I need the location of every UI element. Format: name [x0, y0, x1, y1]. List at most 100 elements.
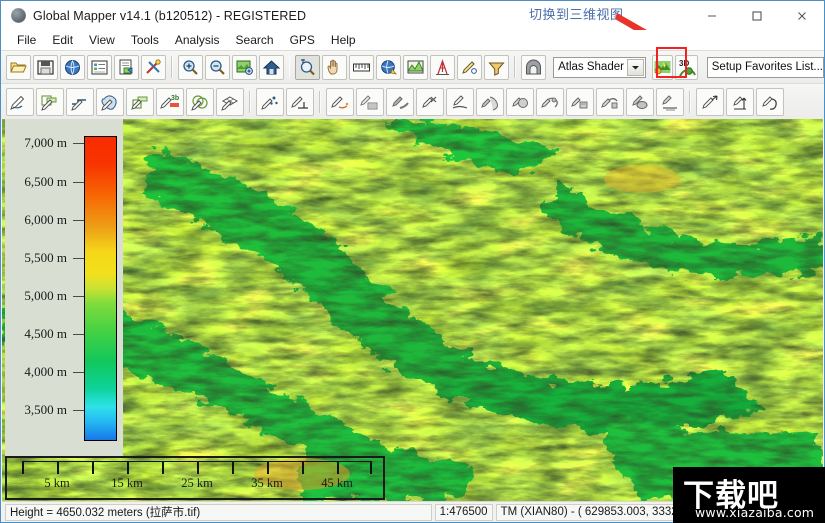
- legend-label: 5,500 m: [24, 250, 67, 265]
- scale-bar-tick: [22, 461, 24, 474]
- digitizer-delete-features-button[interactable]: [386, 87, 414, 116]
- digitizer-split-button[interactable]: [476, 87, 504, 116]
- control-center-button[interactable]: [87, 54, 112, 80]
- digitizer-copy-features-button[interactable]: [356, 87, 384, 116]
- switch-to-3d-view-button[interactable]: 3D: [674, 54, 698, 80]
- digitizer-combine-button[interactable]: [446, 87, 474, 116]
- zoom-tool-button[interactable]: [295, 54, 321, 80]
- menu-item-edit[interactable]: Edit: [44, 32, 81, 48]
- digitizer-crop-button[interactable]: [416, 87, 444, 116]
- zoom-in-button[interactable]: [177, 54, 203, 80]
- legend-label: 4,000 m: [24, 364, 67, 379]
- svg-text:3D: 3D: [679, 59, 689, 68]
- zoom-toolbar-group: [177, 54, 285, 80]
- digitizer-create-shape-button[interactable]: [96, 87, 124, 116]
- legend-tick: [73, 143, 84, 144]
- digitizer-insert-vertex-button[interactable]: [286, 87, 314, 116]
- svg-text:3b: 3b: [171, 95, 179, 102]
- menu-bar: File Edit View Tools Analysis Search GPS…: [1, 30, 824, 50]
- global-mapper-window: Global Mapper v14.1 (b120512) - REGISTER…: [0, 0, 825, 523]
- info-globe-icon[interactable]: [376, 54, 402, 80]
- zoom-out-button[interactable]: [204, 54, 230, 80]
- scale-bar-tick: [127, 461, 129, 474]
- digitizer-simplify-button[interactable]: [656, 87, 684, 116]
- toolbar-separator: [249, 90, 251, 113]
- toolbar-separator: [689, 90, 691, 113]
- digitizer-advanced-button[interactable]: [626, 87, 654, 116]
- ruler-icon[interactable]: [349, 54, 375, 80]
- legend-tick: [73, 296, 84, 297]
- legend-tick: [73, 334, 84, 335]
- digitizer-measure-angle-button[interactable]: [696, 87, 724, 116]
- chevron-down-icon[interactable]: [626, 58, 644, 76]
- configuration-button[interactable]: [141, 54, 166, 80]
- legend-label: 4,500 m: [24, 326, 67, 341]
- toolbar-separator: [288, 56, 291, 78]
- elevation-color-ramp: [84, 136, 117, 441]
- shader-select[interactable]: Atlas Shader: [553, 56, 646, 78]
- elevation-legend-body: 7,000 m 6,500 m 6,000 m 5,500 m 5,000 m …: [5, 119, 123, 457]
- digitizer-toolbar: 3b: [1, 83, 824, 119]
- digitizer-scale-button[interactable]: [536, 87, 564, 116]
- menu-item-view[interactable]: View: [81, 32, 123, 48]
- digitizer-create-rectangle-button[interactable]: [126, 87, 154, 116]
- window-title: Global Mapper v14.1 (b120512) - REGISTER…: [33, 8, 307, 23]
- digitizer-attributes-button[interactable]: [596, 87, 624, 116]
- digitizer-move-features-button[interactable]: [326, 87, 354, 116]
- profile-chart-icon[interactable]: [403, 54, 429, 80]
- maximize-icon[interactable]: [734, 1, 779, 30]
- scale-bar-label: 45 km: [321, 476, 353, 490]
- legend-label: 5,000 m: [24, 288, 67, 303]
- menu-item-analysis[interactable]: Analysis: [167, 32, 228, 48]
- scale-bar-label: 35 km: [251, 476, 283, 490]
- open-file-button[interactable]: [6, 54, 31, 80]
- legend-tick: [73, 372, 84, 373]
- close-icon[interactable]: [779, 1, 824, 30]
- digitizer-rotate-button[interactable]: [506, 87, 534, 116]
- digitizer-create-circle-button[interactable]: [186, 87, 214, 116]
- menu-item-gps[interactable]: GPS: [282, 32, 323, 48]
- menu-item-file[interactable]: File: [9, 32, 44, 48]
- menu-item-tools[interactable]: Tools: [123, 32, 167, 48]
- funnel-icon[interactable]: [484, 54, 510, 80]
- pencil-edit-icon[interactable]: [457, 54, 483, 80]
- home-icon[interactable]: [258, 54, 284, 80]
- zoom-to-layer-button[interactable]: [231, 54, 257, 80]
- menu-item-search[interactable]: Search: [228, 32, 282, 48]
- scale-bar-tick: [197, 461, 199, 474]
- main-toolbar: Atlas Shader 3D Setup Favorites List...: [1, 50, 824, 83]
- digitizer-create-area-button[interactable]: [36, 87, 64, 116]
- digitizer-create-point-button[interactable]: [256, 87, 284, 116]
- toolbar-separator: [514, 56, 517, 78]
- file-toolbar-group: [5, 54, 167, 80]
- tunnel-icon[interactable]: [521, 54, 547, 80]
- open-online-data-button[interactable]: [60, 54, 85, 80]
- digitizer-create-3d-button[interactable]: 3b: [156, 87, 184, 116]
- scale-bar-tick: [162, 461, 164, 474]
- digitizer-select-features-button[interactable]: [6, 87, 34, 116]
- open-generic-ascii-button[interactable]: [114, 54, 139, 80]
- legend-label: 6,500 m: [24, 174, 67, 189]
- toolbar-separator: [171, 56, 173, 78]
- digitizer-create-line-button[interactable]: [66, 87, 94, 116]
- status-height-readout: Height = 4650.032 meters (拉萨市.tif): [5, 503, 432, 521]
- digitizer-offset-button[interactable]: [566, 87, 594, 116]
- scale-bar-tick: [337, 461, 339, 474]
- status-scale[interactable]: 1:476500: [434, 503, 493, 521]
- digitizer-create-grid-button[interactable]: [216, 87, 244, 116]
- setup-favorites-button[interactable]: Setup Favorites List...: [706, 56, 824, 78]
- scale-bar-label: 15 km: [111, 476, 143, 490]
- globe-icon: [11, 8, 26, 23]
- shader-preview-button[interactable]: [651, 54, 673, 80]
- viewshed-tower-icon[interactable]: [430, 54, 456, 80]
- annotation-text: 切换到三维视图: [529, 8, 624, 23]
- legend-tick: [73, 220, 84, 221]
- hand-icon[interactable]: [322, 54, 348, 80]
- menu-item-help[interactable]: Help: [323, 32, 364, 48]
- legend-label: 3,500 m: [24, 402, 67, 417]
- digitizer-undo-button[interactable]: [756, 87, 784, 116]
- map-canvas[interactable]: 7,000 m 6,500 m 6,000 m 5,500 m 5,000 m …: [2, 119, 823, 501]
- save-workspace-button[interactable]: [33, 54, 58, 80]
- legend-tick: [73, 182, 84, 183]
- digitizer-elevation-button[interactable]: [726, 87, 754, 116]
